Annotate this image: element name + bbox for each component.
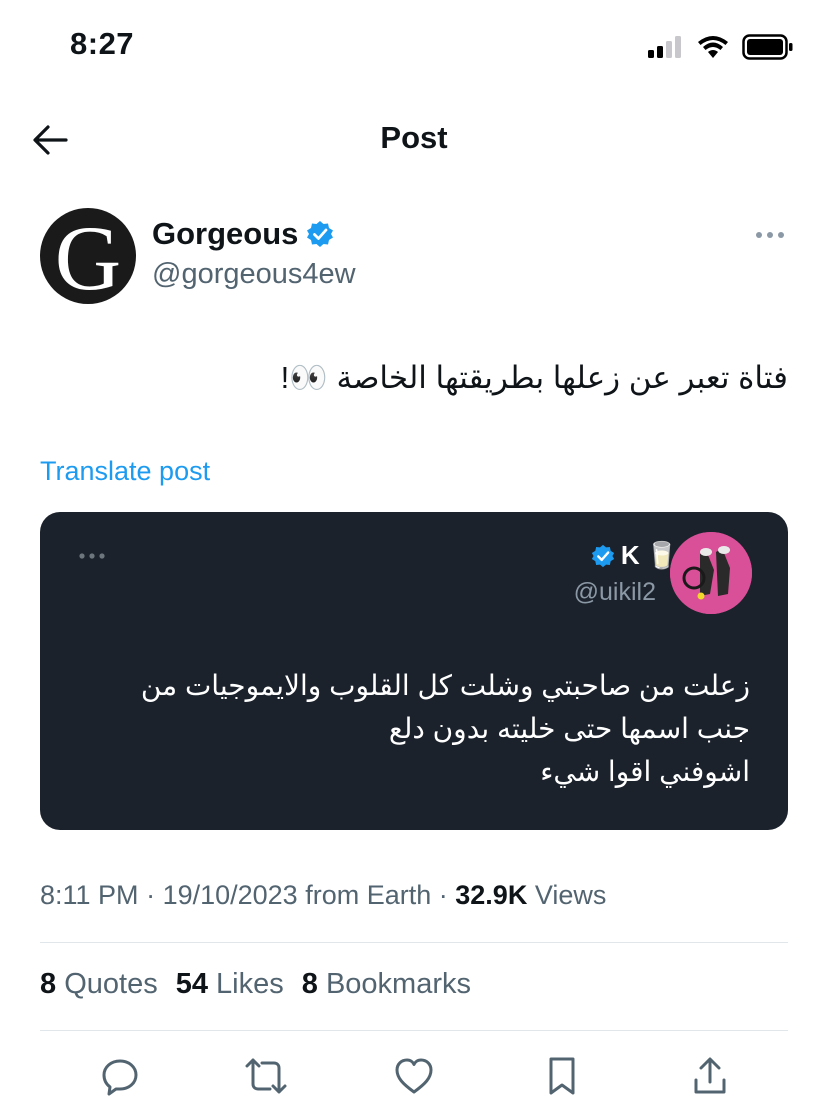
quoted-text-line: زعلت من صاحبتي وشلت كل القلوب والايموجيا… [140, 670, 750, 701]
divider [40, 942, 788, 943]
status-icons [648, 34, 794, 60]
quoted-avatar[interactable] [670, 532, 752, 614]
post-source: from Earth [305, 880, 432, 910]
more-icon[interactable] [754, 230, 786, 240]
post-text: فتاة تعبر عن زعلها بطريقتها الخاصة 👀! [280, 360, 788, 395]
author-name[interactable]: Gorgeous [152, 216, 334, 252]
views-count: 32.9K [455, 880, 528, 910]
quoted-name-emoji: 🥛 [645, 540, 678, 570]
engagement-stats: 8 Quotes 54 Likes 8 Bookmarks [40, 968, 471, 1001]
quoted-text-line: جنب اسمها حتى خليته بدون دلع [388, 713, 750, 744]
reply-icon [102, 1059, 138, 1096]
author-name-text: Gorgeous [152, 216, 299, 251]
views-label: Views [534, 880, 607, 910]
likes-count: 54 [175, 968, 208, 1000]
quotes-stat[interactable]: 8 Quotes [40, 968, 158, 1001]
status-time: 8:27 [70, 26, 135, 61]
likes-label: Likes [216, 968, 284, 1000]
heart-icon [395, 1058, 433, 1094]
repost-icon [245, 1058, 287, 1094]
quotes-count: 8 [40, 968, 57, 1000]
wifi-icon [698, 36, 728, 58]
arrow-left-icon[interactable] [30, 120, 70, 160]
likes-stat[interactable]: 54 Likes [176, 968, 284, 1001]
post-time: 8:11 PM [40, 880, 139, 910]
bookmarks-stat[interactable]: 8 Bookmarks [302, 968, 471, 1001]
reply-button[interactable] [98, 1054, 142, 1098]
bookmark-button[interactable] [540, 1054, 584, 1098]
quoted-handle[interactable]: @uikil2 [574, 578, 656, 607]
verified-badge-icon [307, 221, 334, 247]
quoted-verified-badge-icon [591, 544, 614, 567]
quoted-more-icon[interactable] [78, 552, 106, 560]
battery-icon [742, 34, 793, 60]
divider [40, 1030, 788, 1031]
bookmark-icon [549, 1057, 575, 1095]
share-icon [694, 1057, 726, 1094]
signal-icon [648, 36, 681, 58]
translate-post-link[interactable]: Translate post [40, 456, 210, 487]
quoted-name-text: K [620, 540, 640, 570]
post-date: 19/10/2023 [162, 880, 298, 910]
bookmarks-label: Bookmarks [325, 968, 471, 1000]
like-button[interactable] [392, 1054, 436, 1098]
quotes-label: Quotes [64, 968, 158, 1000]
quoted-text: زعلت من صاحبتي وشلت كل القلوب والايموجيا… [90, 664, 750, 793]
quoted-avatar-image [670, 532, 752, 614]
quoted-author-name[interactable]: K 🥛 [591, 540, 678, 571]
post-meta: 8:11 PM · 19/10/2023 from Earth · 32.9K … [40, 880, 607, 910]
repost-button[interactable] [244, 1054, 288, 1098]
share-button[interactable] [688, 1054, 732, 1098]
avatar-letter: G [54, 207, 122, 309]
author-handle[interactable]: @gorgeous4ew [152, 258, 356, 291]
quoted-text-line: اشوفني اقوا شيء [540, 756, 750, 787]
bookmarks-count: 8 [301, 968, 318, 1000]
page-title: Post [380, 120, 448, 155]
author-avatar[interactable]: G [40, 208, 136, 304]
